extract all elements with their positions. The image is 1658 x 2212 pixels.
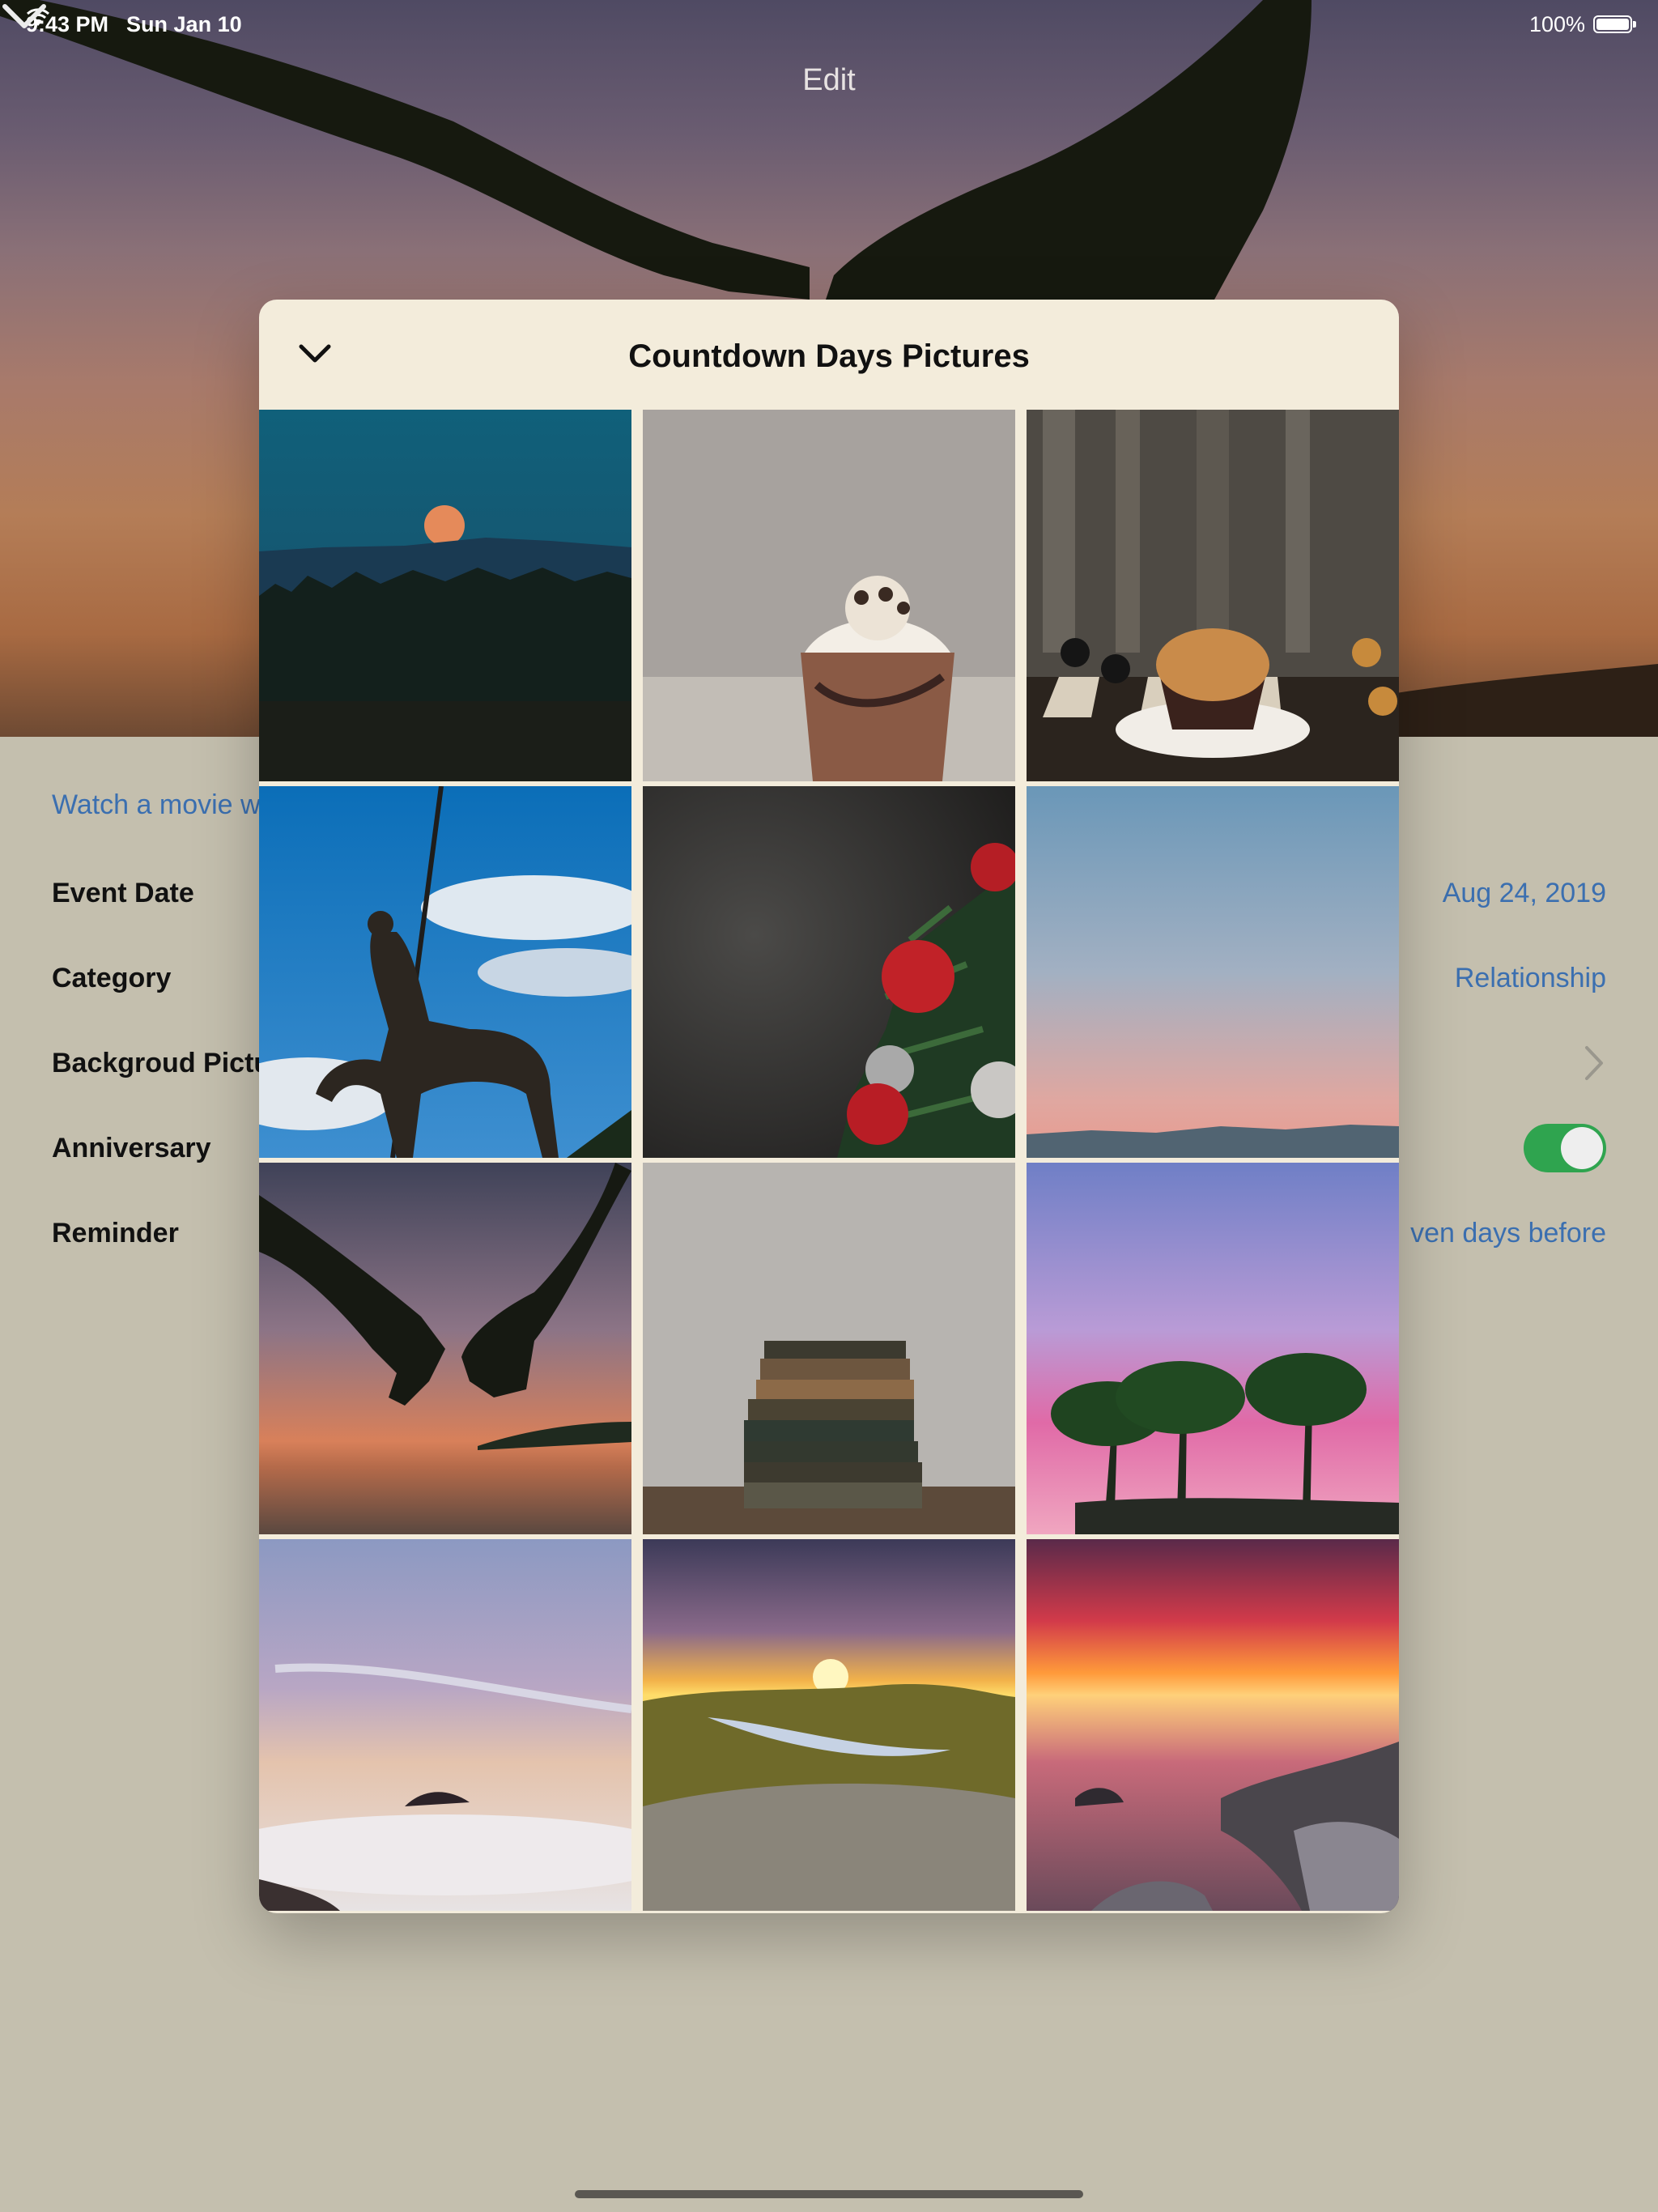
event-note[interactable]: Watch a movie w — [52, 789, 261, 821]
status-bar: 9:43 PM Sun Jan 10 100% — [26, 8, 1636, 40]
anniversary-toggle[interactable] — [1524, 1124, 1606, 1172]
modal-header: Countdown Days Pictures — [259, 300, 1399, 410]
picture-pastel-sky-horizon[interactable] — [1027, 786, 1399, 1158]
event-date-value[interactable]: Aug 24, 2019 — [1443, 878, 1606, 909]
picture-holding-hands-sunset[interactable] — [259, 1163, 631, 1534]
picture-sunburst-lake-valley[interactable] — [643, 1539, 1015, 1911]
reminder-value[interactable]: ven days before — [1410, 1218, 1606, 1249]
picture-muffin-chessboard[interactable] — [1027, 410, 1399, 781]
category-value[interactable]: Relationship — [1455, 963, 1606, 994]
background-picture-label: Backgroud Pictu — [52, 1047, 271, 1078]
picture-christmas-ornaments[interactable] — [643, 786, 1015, 1158]
picture-palm-trees-pink-sky[interactable] — [1027, 1163, 1399, 1534]
pictures-grid — [259, 410, 1399, 1913]
category-label: Category — [52, 962, 172, 993]
picture-centaur-statue[interactable] — [259, 786, 631, 1158]
picture-misty-sea-sunrise[interactable] — [259, 1539, 631, 1911]
picture-red-sunset-rocks[interactable] — [1027, 1539, 1399, 1911]
battery-percent: 100% — [1528, 11, 1585, 36]
nav-title: Edit — [802, 63, 856, 97]
battery-icon — [1593, 15, 1636, 33]
anniversary-label: Anniversary — [52, 1132, 211, 1163]
home-indicator — [575, 2190, 1083, 2198]
chevron-right-icon[interactable] — [1582, 1044, 1606, 1082]
pictures-modal: Countdown Days Pictures — [259, 300, 1399, 1913]
chevron-down-icon[interactable] — [0, 0, 49, 32]
status-date: Sun Jan 10 — [126, 11, 242, 36]
picture-stack-of-books[interactable] — [643, 1163, 1015, 1534]
reminder-label: Reminder — [52, 1217, 179, 1249]
picture-moon-over-forest[interactable] — [259, 410, 631, 781]
picture-chocolate-milkshake[interactable] — [643, 410, 1015, 781]
event-date-label: Event Date — [52, 877, 194, 908]
modal-title: Countdown Days Pictures — [628, 338, 1030, 374]
